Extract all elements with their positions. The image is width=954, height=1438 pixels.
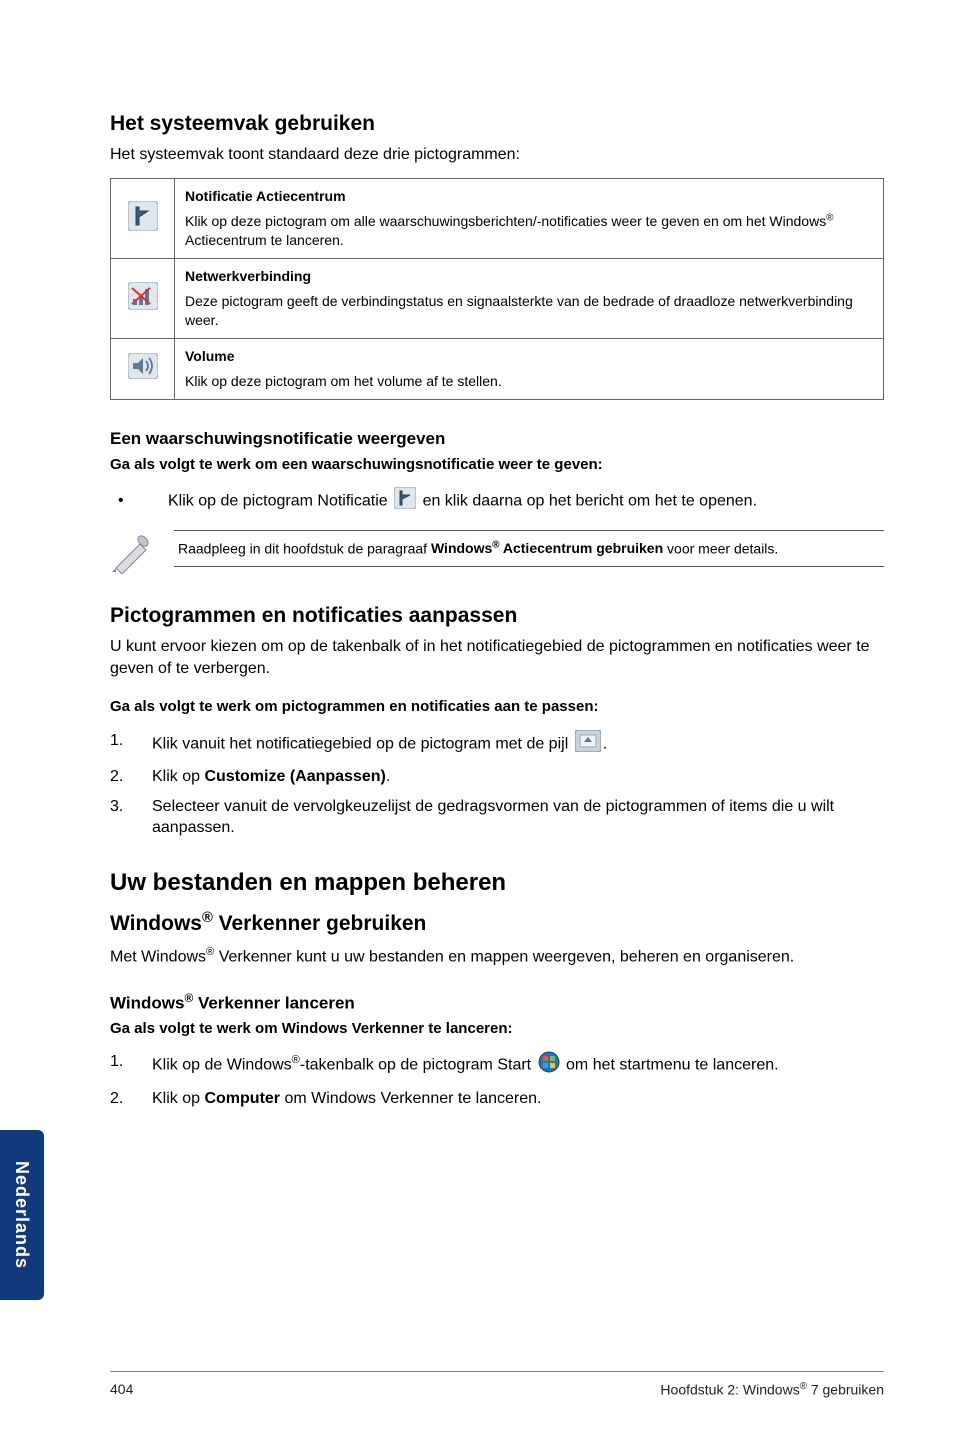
page-number: 404 <box>110 1380 133 1400</box>
note-pen-icon <box>110 530 156 580</box>
icon-table: Notificatie Actiecentrum Klik op deze pi… <box>110 178 884 400</box>
list-item: Selecteer vanuit de vervolgkeuzelijst de… <box>110 796 884 839</box>
bullet-marker: • <box>118 490 148 512</box>
lead-systeemvak: Het systeemvak toont standaard deze drie… <box>110 144 884 166</box>
language-tab: Nederlands <box>0 1130 44 1300</box>
list-item: Klik op Customize (Aanpassen). <box>110 766 884 788</box>
note-content: Raadpleeg in dit hoofdstuk de paragraaf … <box>174 530 884 568</box>
lead-pictogrammen: U kunt ervoor kiezen om op de takenbalk … <box>110 636 884 679</box>
table-row: Notificatie Actiecentrum Klik op deze pi… <box>111 178 884 258</box>
volume-icon <box>111 338 175 399</box>
network-icon <box>111 259 175 339</box>
list-item: Klik op Computer om Windows Verkenner te… <box>110 1088 884 1110</box>
table-row: Volume Klik op deze pictogram om het vol… <box>111 338 884 399</box>
chapter-label: Hoofdstuk 2: Windows® 7 gebruiken <box>660 1380 884 1400</box>
network-cell: Netwerkverbinding Deze pictogram geeft d… <box>175 259 884 339</box>
cell-desc: Klik op deze pictogram om alle waarschuw… <box>185 213 833 248</box>
cell-desc: Deze pictogram geeft de verbindingstatus… <box>185 293 853 328</box>
cell-title: Notificatie Actiecentrum <box>185 187 873 206</box>
instruction-bold: Ga als volgt te werk om pictogrammen en … <box>110 697 884 717</box>
heading-verkenner-lanceren: Windows® Verkenner lanceren <box>110 990 884 1016</box>
action-center-icon <box>111 178 175 258</box>
lead-verkenner: Met Windows® Verkenner kunt u uw bestand… <box>110 945 884 968</box>
note-box: Raadpleeg in dit hoofdstuk de paragraaf … <box>110 530 884 580</box>
steps-list: Klik op de Windows®-takenbalk op de pict… <box>110 1051 884 1109</box>
windows-start-orb-icon <box>538 1051 560 1080</box>
page-footer: 404 Hoofdstuk 2: Windows® 7 gebruiken <box>0 1371 954 1400</box>
volume-cell: Volume Klik op deze pictogram om het vol… <box>175 338 884 399</box>
heading-systeemvak: Het systeemvak gebruiken <box>110 110 884 138</box>
cell-desc: Klik op deze pictogram om het volume af … <box>185 373 502 389</box>
instruction-bold: Ga als volgt te werk om Windows Verkenne… <box>110 1019 884 1039</box>
heading-verkenner-gebruiken: Windows® Verkenner gebruiken <box>110 909 884 938</box>
cell-title: Netwerkverbinding <box>185 267 873 286</box>
bullet-text: Klik op de pictogram Notificatie en klik… <box>168 487 757 516</box>
table-row: Netwerkverbinding Deze pictogram geeft d… <box>111 259 884 339</box>
steps-list: Klik vanuit het notificatiegebied op de … <box>110 730 884 839</box>
list-item: Klik op de Windows®-takenbalk op de pict… <box>110 1051 884 1080</box>
notification-flag-icon <box>394 487 416 516</box>
instruction-bold: Ga als volgt te werk om een waarschuwing… <box>110 455 884 475</box>
bullet-item: • Klik op de pictogram Notificatie en kl… <box>112 487 884 516</box>
list-item: Klik vanuit het notificatiegebied op de … <box>110 730 884 759</box>
arrow-up-tray-icon <box>575 730 601 759</box>
heading-bestanden: Uw bestanden en mappen beheren <box>110 867 884 899</box>
action-center-cell: Notificatie Actiecentrum Klik op deze pi… <box>175 178 884 258</box>
page-content: Het systeemvak gebruiken Het systeemvak … <box>0 0 954 1110</box>
heading-pictogrammen: Pictogrammen en notificaties aanpassen <box>110 602 884 630</box>
heading-waarschuwing: Een waarschuwingsnotificatie weergeven <box>110 428 884 451</box>
cell-title: Volume <box>185 347 873 366</box>
